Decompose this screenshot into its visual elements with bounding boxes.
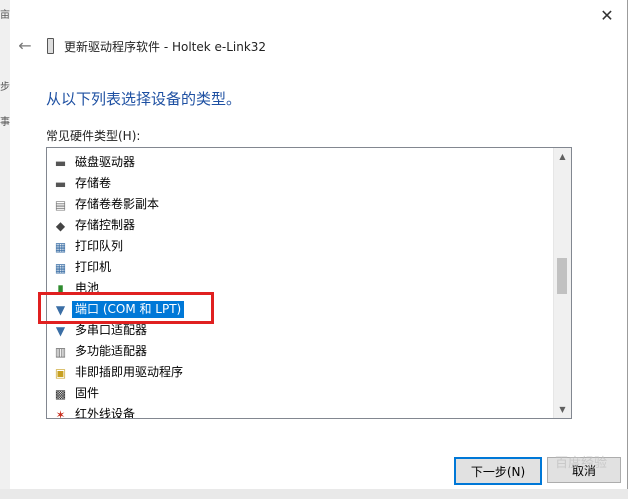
list-item-label: 非即插即用驱动程序 bbox=[75, 365, 184, 379]
hardware-type-list[interactable]: ▬ 磁盘驱动器 ▬ 存储卷 ▤ 存储卷卷影副本 ◆ 存储控制器 ▦ 打印队列 ▦ 打印机 ▮ 电池 ▼ 端口 … bbox=[46, 147, 572, 419]
chevron-up-icon: ▲ bbox=[559, 152, 566, 161]
list-item[interactable]: ▬ 磁盘驱动器 bbox=[47, 152, 553, 173]
firmware-icon: ▩ bbox=[54, 386, 67, 401]
list-item[interactable]: ▦ 打印队列 bbox=[47, 236, 553, 257]
list-item-label: 多串口适配器 bbox=[75, 323, 148, 337]
list-item[interactable]: ✶ 红外线设备 bbox=[47, 404, 553, 419]
taskbar-edge bbox=[0, 489, 628, 499]
storage-controller-icon: ◆ bbox=[55, 218, 66, 233]
baidu-jingyan-watermark: 百度经验 bbox=[554, 456, 607, 471]
scrollbar-thumb[interactable] bbox=[557, 258, 567, 294]
list-item[interactable]: ▩ 固件 bbox=[47, 383, 553, 404]
list-item-label: 磁盘驱动器 bbox=[75, 155, 136, 169]
back-arrow-icon: ← bbox=[18, 35, 32, 55]
infrared-icon: ✶ bbox=[55, 407, 66, 419]
close-button[interactable]: ✕ bbox=[593, 4, 621, 26]
list-item-label: 打印队列 bbox=[75, 239, 124, 253]
list-item-label: 存储控制器 bbox=[75, 218, 136, 232]
chevron-down-icon: ▼ bbox=[559, 405, 566, 414]
list-item[interactable]: ◆ 存储控制器 bbox=[47, 215, 553, 236]
background-glyph: 事 bbox=[0, 117, 10, 128]
scroll-up-button[interactable]: ▲ bbox=[554, 148, 571, 165]
list-item-label: 打印机 bbox=[75, 260, 112, 274]
non-pnp-driver-icon: ▣ bbox=[54, 365, 67, 380]
background-glyph: 步 bbox=[0, 82, 10, 93]
list-item-label: 存储卷 bbox=[75, 176, 112, 190]
list-item[interactable]: ▦ 打印机 bbox=[47, 257, 553, 278]
list-item[interactable]: ▥ 多功能适配器 bbox=[47, 341, 553, 362]
background-glyph: 亩 bbox=[0, 10, 10, 21]
printer-icon: ▦ bbox=[54, 260, 67, 275]
storage-volume-icon: ▬ bbox=[54, 176, 67, 191]
close-icon: ✕ bbox=[600, 5, 614, 25]
scroll-down-button[interactable]: ▼ bbox=[554, 401, 571, 418]
vertical-scrollbar[interactable]: ▲ ▼ bbox=[553, 148, 571, 418]
page-heading: 从以下列表选择设备的类型。 bbox=[46, 90, 242, 108]
next-button[interactable]: 下一步(N) bbox=[454, 457, 542, 485]
multiport-serial-icon: ▼ bbox=[55, 323, 66, 338]
usb-device-icon bbox=[47, 38, 54, 54]
print-queue-icon: ▦ bbox=[54, 239, 67, 254]
list-item[interactable]: ▤ 存储卷卷影副本 bbox=[47, 194, 553, 215]
list-item-label: 红外线设备 bbox=[75, 407, 136, 419]
list-item-label: 多功能适配器 bbox=[75, 344, 148, 358]
dialog-title: 更新驱动程序软件 - Holtek e-Link32 bbox=[64, 40, 267, 54]
multifunction-adapter-icon: ▥ bbox=[54, 344, 67, 359]
update-driver-dialog: ✕ ← 更新驱动程序软件 - Holtek e-Link32 从以下列表选择设备… bbox=[10, 0, 628, 499]
list-item-label: 固件 bbox=[75, 386, 100, 400]
hardware-type-label: 常见硬件类型(H): bbox=[46, 129, 141, 143]
annotation-highlight-box bbox=[38, 292, 214, 324]
list-item-label: 存储卷卷影副本 bbox=[75, 197, 160, 211]
list-item[interactable]: ▣ 非即插即用驱动程序 bbox=[47, 362, 553, 383]
list-item[interactable]: ▬ 存储卷 bbox=[47, 173, 553, 194]
back-button[interactable]: ← bbox=[16, 35, 34, 55]
disk-drive-icon: ▬ bbox=[54, 155, 67, 170]
shadow-copy-icon: ▤ bbox=[54, 197, 67, 212]
